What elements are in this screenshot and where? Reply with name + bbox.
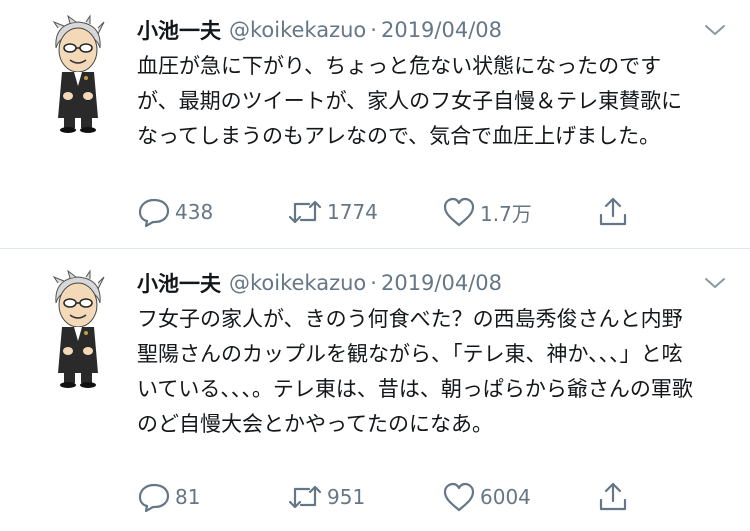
retweet-count: 951 [327, 485, 366, 509]
tweet[interactable]: 小池一夫 @koikekazuo · 2019/04/08 フ女子の家人が、きの… [0, 248, 750, 531]
reply-icon [138, 483, 170, 513]
chevron-down-icon [705, 25, 725, 35]
avatar[interactable] [46, 269, 110, 389]
display-name[interactable]: 小池一夫 [137, 15, 221, 45]
share-icon [599, 197, 627, 226]
like-count: 6004 [480, 485, 531, 509]
tweet-actions: 438 1774 1.7万 [137, 194, 637, 230]
retweet-button[interactable]: 1774 [287, 194, 378, 230]
reply-count: 438 [175, 200, 214, 224]
tweet-content: 小池一夫 @koikekazuo · 2019/04/08 フ女子の家人が、きの… [137, 265, 732, 442]
reply-icon [138, 198, 170, 228]
tweet-actions: 81 951 6004 [137, 479, 637, 515]
like-count: 1.7万 [480, 201, 532, 226]
retweet-count: 1774 [327, 200, 378, 224]
more-options-button[interactable] [704, 275, 726, 291]
share-button[interactable] [597, 479, 629, 515]
tweet-header: 小池一夫 @koikekazuo · 2019/04/08 [137, 265, 732, 301]
display-name[interactable]: 小池一夫 [137, 268, 221, 298]
tweet-header: 小池一夫 @koikekazuo · 2019/04/08 [137, 12, 732, 48]
separator: · [370, 271, 377, 295]
user-handle[interactable]: @koikekazuo [229, 271, 366, 295]
separator: · [370, 18, 377, 42]
retweet-icon [288, 200, 322, 224]
tweet-content: 小池一夫 @koikekazuo · 2019/04/08 血圧が急に下がり、ち… [137, 12, 732, 154]
like-icon [443, 482, 475, 512]
reply-button[interactable]: 81 [137, 479, 200, 515]
tweet-date[interactable]: 2019/04/08 [381, 18, 502, 42]
more-options-button[interactable] [704, 22, 726, 38]
retweet-icon [288, 485, 322, 509]
avatar-illustration [52, 269, 105, 388]
chevron-down-icon [705, 278, 725, 288]
reply-button[interactable]: 438 [137, 194, 213, 230]
share-icon [599, 482, 627, 511]
retweet-button[interactable]: 951 [287, 479, 365, 515]
avatar[interactable] [46, 14, 110, 134]
reply-count: 81 [175, 485, 201, 509]
tweet-text: フ女子の家人が、きのう何食べた？の西島秀俊さんと内野聖陽さんのカップルを観ながら… [137, 307, 693, 436]
tweet-date[interactable]: 2019/04/08 [381, 271, 502, 295]
like-button[interactable]: 6004 [442, 479, 531, 515]
avatar-illustration [52, 14, 105, 133]
like-icon [443, 197, 475, 227]
share-button[interactable] [597, 194, 629, 230]
like-button[interactable]: 1.7万 [442, 194, 532, 230]
tweet[interactable]: 小池一夫 @koikekazuo · 2019/04/08 血圧が急に下がり、ち… [0, 0, 750, 248]
user-handle[interactable]: @koikekazuo [229, 18, 366, 42]
tweet-text: 血圧が急に下がり、ちょっと危ない状態になったのですが、最期のツイートが、家人のフ… [137, 54, 683, 148]
